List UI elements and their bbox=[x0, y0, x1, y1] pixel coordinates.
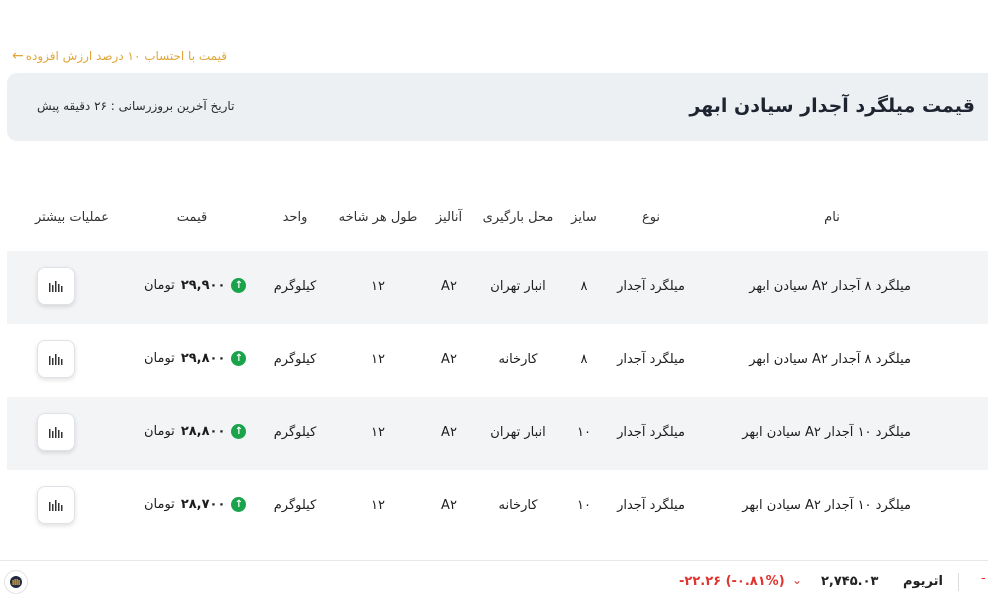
table-row: میلگرد ۸ آجدار A۲ سیادن ابهر میلگرد آجدا… bbox=[7, 324, 988, 397]
row-size: ۸ bbox=[580, 352, 588, 367]
ticker-name: اتریوم bbox=[903, 574, 943, 589]
row-size: ۱۰ bbox=[577, 498, 591, 513]
row-price-value: ۲۸,۷۰۰ bbox=[180, 497, 226, 512]
row-price: تومان ۲۸,۷۰۰ ↑ bbox=[144, 497, 247, 512]
row-name: میلگرد ۱۰ آجدار A۲ سیادن ابهر bbox=[742, 425, 911, 440]
col-header-analysis: آنالیز bbox=[435, 210, 463, 225]
ticker-change: -۲۲.۲۶ (-۰.۸۱%) bbox=[679, 574, 785, 589]
arrow-up-icon: ↑ bbox=[231, 278, 247, 293]
bar-chart-icon bbox=[49, 354, 63, 365]
table-row: میلگرد ۸ آجدار A۲ سیادن ابهر میلگرد آجدا… bbox=[7, 251, 988, 324]
table-row: میلگرد ۱۰ آجدار A۲ سیادن ابهر میلگرد آجد… bbox=[7, 470, 988, 543]
row-analysis: A۲ bbox=[441, 352, 457, 367]
page-header: قیمت میلگرد آجدار سیادن ابهر تاریخ آخرین… bbox=[7, 73, 988, 141]
col-header-type: نوع bbox=[641, 210, 661, 225]
chart-button[interactable] bbox=[37, 340, 75, 378]
vat-price-link[interactable]: قیمت با احتساب ۱۰ درصد ارزش افزوده ← bbox=[12, 48, 227, 64]
row-location: کارخانه bbox=[498, 352, 538, 367]
row-length: ۱۲ bbox=[371, 425, 385, 440]
row-name: میلگرد ۸ آجدار A۲ سیادن ابهر bbox=[749, 352, 911, 367]
row-currency: تومان bbox=[144, 278, 175, 293]
row-length: ۱۲ bbox=[371, 498, 385, 513]
row-length: ۱۲ bbox=[371, 279, 385, 294]
table-row: میلگرد ۱۰ آجدار A۲ سیادن ابهر میلگرد آجد… bbox=[7, 397, 988, 470]
site-logo-icon[interactable] bbox=[4, 570, 28, 594]
row-size: ۱۰ bbox=[577, 425, 591, 440]
ticker-divider bbox=[958, 573, 959, 591]
row-analysis: A۲ bbox=[441, 498, 457, 513]
col-header-price: قیمت bbox=[176, 210, 208, 225]
bar-chart-icon bbox=[49, 427, 63, 438]
col-header-unit: واحد bbox=[282, 210, 308, 225]
row-price: تومان ۲۹,۹۰۰ ↑ bbox=[144, 278, 247, 293]
row-currency: تومان bbox=[144, 497, 175, 512]
logo-mark-icon bbox=[10, 576, 22, 588]
page-title: قیمت میلگرد آجدار سیادن ابهر bbox=[689, 95, 975, 117]
row-unit: کیلوگرم bbox=[273, 498, 317, 513]
row-type: میلگرد آجدار bbox=[617, 352, 685, 367]
row-length: ۱۲ bbox=[371, 352, 385, 367]
col-header-actions: عملیات بیشتر bbox=[34, 210, 110, 225]
arrow-up-icon: ↑ bbox=[231, 424, 247, 439]
col-header-size: سایز bbox=[571, 210, 597, 225]
row-size: ۸ bbox=[580, 279, 588, 294]
col-header-length: طول هر شاخه bbox=[338, 210, 418, 225]
row-location: انبار تهران bbox=[490, 425, 546, 440]
page: قیمت با احتساب ۱۰ درصد ارزش افزوده ← قیم… bbox=[0, 0, 988, 602]
bar-chart-icon bbox=[49, 281, 63, 292]
row-location: کارخانه bbox=[498, 498, 538, 513]
row-price: تومان ۲۸,۸۰۰ ↑ bbox=[144, 424, 247, 439]
row-type: میلگرد آجدار bbox=[617, 425, 685, 440]
row-price: تومان ۲۹,۸۰۰ ↑ bbox=[144, 351, 247, 366]
arrow-left-icon: ← bbox=[12, 48, 24, 64]
row-price-value: ۲۹,۹۰۰ bbox=[180, 278, 226, 293]
row-analysis: A۲ bbox=[441, 279, 457, 294]
chevron-down-icon: ⌄ bbox=[792, 573, 803, 587]
ticker-price: ۲,۷۴۵.۰۳ bbox=[821, 574, 879, 589]
col-header-location: محل بارگیری bbox=[482, 210, 554, 225]
row-price-value: ۲۹,۸۰۰ bbox=[180, 351, 226, 366]
row-unit: کیلوگرم bbox=[273, 425, 317, 440]
last-update-text: تاریخ آخرین بروزرسانی : ۲۶ دقیقه پیش bbox=[37, 99, 235, 113]
ticker-next-item: - bbox=[981, 571, 986, 586]
chart-button[interactable] bbox=[37, 413, 75, 451]
row-name: میلگرد ۱۰ آجدار A۲ سیادن ابهر bbox=[742, 498, 911, 513]
row-unit: کیلوگرم bbox=[273, 352, 317, 367]
row-location: انبار تهران bbox=[490, 279, 546, 294]
arrow-up-icon: ↑ bbox=[231, 497, 247, 512]
row-analysis: A۲ bbox=[441, 425, 457, 440]
row-price-value: ۲۸,۸۰۰ bbox=[180, 424, 226, 439]
row-currency: تومان bbox=[144, 424, 175, 439]
price-ticker: -۲۲.۲۶ (-۰.۸۱%) ⌄ ۲,۷۴۵.۰۳ اتریوم - bbox=[0, 560, 988, 602]
vat-price-label: قیمت با احتساب ۱۰ درصد ارزش افزوده bbox=[25, 49, 227, 63]
row-type: میلگرد آجدار bbox=[617, 498, 685, 513]
row-type: میلگرد آجدار bbox=[617, 279, 685, 294]
bar-chart-icon bbox=[49, 500, 63, 511]
row-unit: کیلوگرم bbox=[273, 279, 317, 294]
chart-button[interactable] bbox=[37, 486, 75, 524]
row-name: میلگرد ۸ آجدار A۲ سیادن ابهر bbox=[749, 279, 911, 294]
col-header-name: نام bbox=[824, 210, 840, 225]
row-currency: تومان bbox=[144, 351, 175, 366]
chart-button[interactable] bbox=[37, 267, 75, 305]
arrow-up-icon: ↑ bbox=[231, 351, 247, 366]
